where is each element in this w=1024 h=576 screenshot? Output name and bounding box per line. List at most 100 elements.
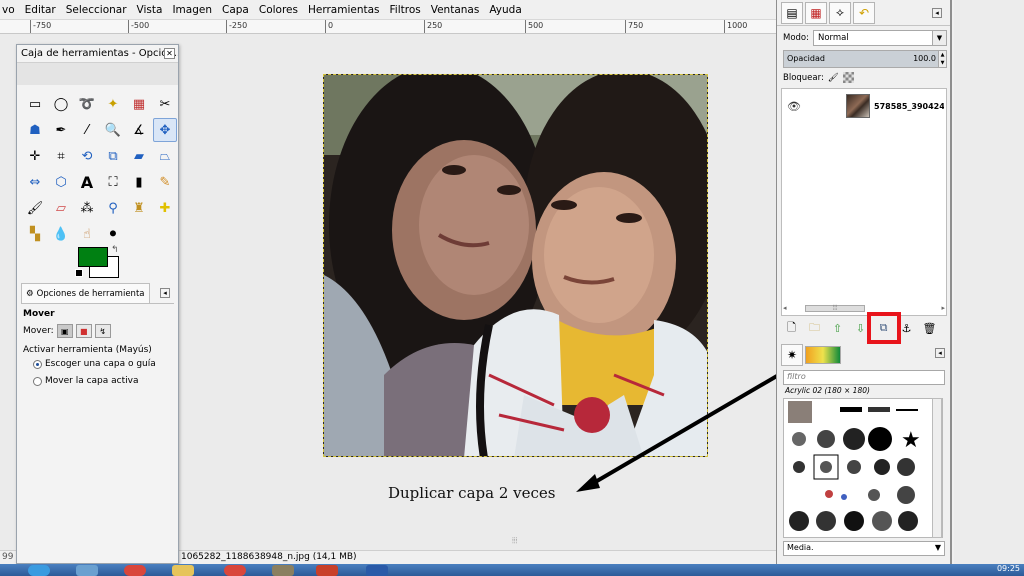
visibility-eye-icon[interactable]: 👁	[782, 100, 806, 113]
bucket-fill-icon[interactable]: ⛶	[101, 170, 125, 194]
free-select-icon[interactable]: ➰	[75, 92, 99, 116]
channels-tab-icon[interactable]: ▦	[805, 1, 827, 24]
file-info: 1065282_1188638948_n.jpg (14,1 MB)	[181, 552, 357, 562]
tool-options-panel: ⚙ Opciones de herramienta ◂ Mover Mover:…	[21, 283, 174, 398]
new-layer-group-icon[interactable]: 🗀	[806, 319, 823, 338]
close-icon[interactable]: ✕	[164, 48, 175, 59]
cage-icon[interactable]: ⬡	[49, 170, 73, 194]
move-selection-icon[interactable]: ■	[75, 324, 92, 338]
radio-pick-layer[interactable]	[33, 359, 42, 369]
dock-menu-icon[interactable]: ◂	[932, 8, 942, 18]
mode-value: Normal	[818, 33, 849, 43]
dodge-burn-icon[interactable]: ⚫	[101, 222, 125, 246]
magnify-icon[interactable]: 🔍	[101, 118, 125, 142]
airbrush-icon[interactable]: ⁂	[75, 196, 99, 220]
layer-row[interactable]: 👁 578585_3904242(	[782, 91, 948, 121]
scroll-right-icon[interactable]: ▸	[941, 304, 945, 312]
start-orb-icon[interactable]	[28, 565, 50, 576]
lock-row: Bloquear: 🖌	[783, 72, 854, 83]
rect-select-icon[interactable]: ▭	[23, 92, 47, 116]
desktop-strip	[954, 0, 1024, 564]
brushes-menu-icon[interactable]: ◂	[935, 348, 945, 358]
blend-icon[interactable]: ▮	[127, 170, 151, 194]
layers-tab-icon[interactable]: ▤	[781, 1, 803, 24]
brush-filter-input[interactable]: filtro	[783, 370, 945, 385]
shear-icon[interactable]: ▰	[127, 144, 151, 168]
foreground-color[interactable]	[78, 247, 108, 267]
mode-row: Modo: Normal ▼	[783, 30, 947, 46]
clone-icon[interactable]: ♜	[127, 196, 151, 220]
rotate-icon[interactable]: ⟲	[75, 144, 99, 168]
color-select-icon[interactable]: ▦	[127, 92, 151, 116]
new-layer-icon[interactable]: 🗋	[783, 319, 800, 338]
color-swatches: ↰	[75, 245, 125, 285]
gradients-tab-icon[interactable]	[805, 346, 841, 364]
scroll-thumb[interactable]: ⦙⦙⦙	[805, 305, 865, 312]
folder-icon[interactable]	[172, 565, 194, 576]
panel-menu-icon[interactable]: ◂	[160, 288, 170, 298]
toolbox-titlebar[interactable]: Caja de herramientas - Opcion... ✕	[17, 45, 178, 63]
chrome-icon[interactable]	[124, 565, 146, 576]
brushes-dock-tabs: ✷ ◂	[781, 344, 947, 366]
gimp-icon[interactable]	[272, 565, 294, 576]
wilber-strip[interactable]	[17, 63, 178, 85]
perspective-clone-icon[interactable]: ▚	[23, 222, 47, 246]
align-icon[interactable]: ✛	[23, 144, 47, 168]
paths-tab-icon[interactable]: ⟡	[829, 1, 851, 24]
paths-icon[interactable]: ✒	[49, 118, 73, 142]
raise-layer-icon[interactable]: ⇧	[829, 322, 846, 335]
flip-icon[interactable]: ⇔	[23, 170, 47, 194]
word-icon[interactable]	[366, 565, 388, 576]
crop-icon[interactable]: ⌗	[49, 144, 73, 168]
text-tool-icon[interactable]: A	[75, 170, 99, 194]
brush-spacing-select[interactable]: Media. ▼	[783, 541, 945, 556]
ink-icon[interactable]: ⚲	[101, 196, 125, 220]
perspective-icon[interactable]: ⏢	[153, 144, 177, 168]
mode-label: Modo:	[783, 33, 809, 43]
zoom-level[interactable]: 99	[2, 552, 13, 562]
swap-colors-icon[interactable]: ↰	[111, 245, 119, 255]
canvas-scroll-grip[interactable]: ⦙⦙⦙	[512, 536, 517, 546]
default-colors-icon[interactable]	[75, 269, 83, 277]
scale-icon[interactable]: ⧉	[101, 144, 125, 168]
mode-select[interactable]: Normal ▼	[813, 30, 947, 46]
paintbrush-icon[interactable]: 🖌	[23, 196, 47, 220]
radio-move-active-label: Mover la capa activa	[45, 376, 139, 386]
opacity-spinner[interactable]: ▲ ▼	[938, 51, 946, 67]
brushes-scrollbar[interactable]	[932, 398, 942, 538]
scroll-left-icon[interactable]: ◂	[783, 304, 787, 312]
opacity-slider[interactable]: Opacidad 100.0 ▲ ▼	[783, 50, 947, 68]
radio-move-active[interactable]	[33, 376, 42, 386]
lock-pixels-icon[interactable]: 🖌	[828, 73, 839, 83]
brushes-tab-icon[interactable]: ✷	[781, 344, 803, 366]
foreground-select-icon[interactable]: ☗	[23, 118, 47, 142]
heal-icon[interactable]: ✚	[153, 196, 177, 220]
scissors-icon[interactable]: ✂	[153, 92, 177, 116]
move-layer-icon[interactable]: ▣	[56, 324, 73, 338]
ellipse-select-icon[interactable]: ◯	[49, 92, 73, 116]
color-picker-icon[interactable]: ⁄	[75, 118, 99, 142]
layer-thumbnail	[846, 94, 870, 118]
brushes-grid[interactable]: ★	[783, 398, 943, 538]
eraser-icon[interactable]: ▱	[49, 196, 73, 220]
move-path-icon[interactable]: ↯	[94, 324, 111, 338]
fuzzy-select-icon[interactable]: ✦	[101, 92, 125, 116]
layer-name[interactable]: 578585_3904242(	[874, 102, 944, 111]
explorer-icon[interactable]	[76, 565, 98, 576]
brush-previews: ★	[788, 401, 921, 531]
layers-hscrollbar[interactable]: ◂ ⦙⦙⦙ ▸	[781, 304, 947, 314]
move-tool-icon[interactable]: ✥	[153, 118, 177, 142]
delete-layer-icon[interactable]: 🗑	[921, 322, 938, 335]
lock-alpha-icon[interactable]	[842, 72, 854, 83]
tab-label: Opciones de herramienta	[36, 288, 145, 299]
taskbar-clock[interactable]: 09:25	[997, 564, 1020, 573]
measure-icon[interactable]: ∡	[127, 118, 151, 142]
pencil-icon[interactable]: ✎	[153, 170, 177, 194]
blur-icon[interactable]: 💧	[49, 222, 73, 246]
chrome-icon-2[interactable]	[224, 565, 246, 576]
tab-tool-options[interactable]: ⚙ Opciones de herramienta	[21, 283, 150, 303]
undo-tab-icon[interactable]: ↶	[853, 1, 875, 24]
powerpoint-icon[interactable]	[316, 565, 338, 576]
brush-spacing-value: Media.	[787, 543, 814, 552]
smudge-icon[interactable]: ☝	[75, 222, 99, 246]
